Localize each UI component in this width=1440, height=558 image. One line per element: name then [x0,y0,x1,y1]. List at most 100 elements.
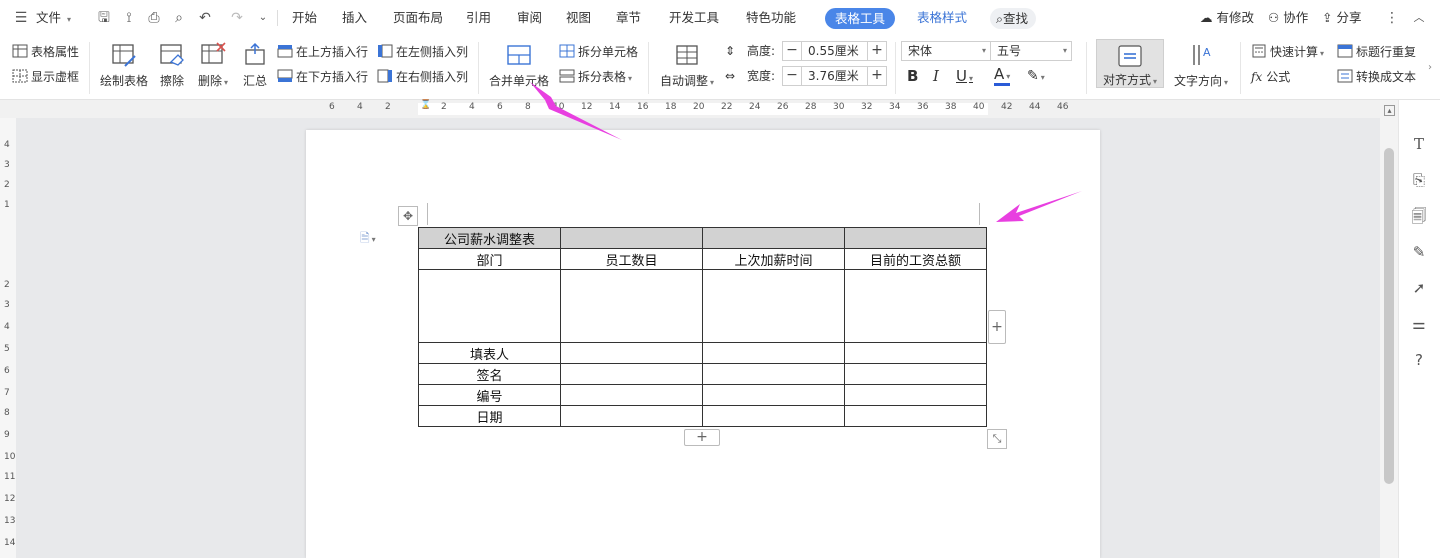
table-cell[interactable] [560,342,703,364]
tab-home[interactable]: 开始 [292,0,317,36]
table-cell[interactable] [418,269,561,343]
table-cell[interactable] [844,405,987,427]
tab-developer[interactable]: 开发工具 [669,0,719,36]
tab-chapter[interactable]: 章节 [616,0,641,36]
tab-features[interactable]: 特色功能 [746,0,796,36]
formula-button[interactable]: fx 公式 [1251,67,1290,87]
table-cell[interactable] [560,269,703,343]
table-cell[interactable] [702,342,845,364]
draw-table-button[interactable]: 绘制表格 [100,42,148,89]
table-cell[interactable] [844,227,987,249]
erase-button[interactable]: 擦除 [156,42,188,89]
table-cell[interactable] [702,363,845,385]
redo-icon[interactable]: ↷ [228,9,246,27]
table-properties-button[interactable]: 表格属性 [12,42,79,62]
height-decrease-button[interactable]: − [782,41,802,61]
help-icon[interactable]: ? [1409,350,1429,370]
table-cell[interactable] [844,384,987,406]
width-input[interactable]: 3.76厘米 [801,66,868,86]
tab-page-layout[interactable]: 页面布局 [393,0,443,36]
share-button[interactable]: ⇪ 分享 [1322,0,1361,36]
table-cell[interactable] [702,384,845,406]
repeat-header-button[interactable]: 标题行重复 [1337,42,1416,62]
cursor-select-icon[interactable]: ➚ [1409,278,1429,298]
file-menu[interactable]: 文件 ▾ [36,0,71,36]
auto-fit-button[interactable]: 自动调整 ▾ [656,42,718,89]
height-input[interactable]: 0.55厘米 [801,41,868,61]
height-increase-button[interactable]: + [867,41,887,61]
merge-cells-button[interactable]: 合并单元格 [488,42,550,89]
split-cells-button[interactable]: 拆分单元格 [559,42,638,62]
row-label-cell[interactable]: 填表人 [418,342,561,364]
doc-settings-icon[interactable]: 🗐 [1409,206,1429,226]
insert-row-above-button[interactable]: 在上方插入行 [277,42,368,62]
pen-edit-icon[interactable]: ✎ [1409,242,1429,262]
search-button[interactable]: ⌕查找 [990,8,1037,29]
tab-view[interactable]: 视图 [566,0,591,36]
add-row-button[interactable]: + [684,429,720,446]
header-cell[interactable]: 部门 [418,248,561,270]
header-cell[interactable]: 上次加薪时间 [702,248,845,270]
print-icon[interactable]: ⎙ [145,9,163,27]
table-move-handle-icon[interactable]: ✥ [398,206,418,226]
convert-to-text-button[interactable]: 转换成文本 [1337,67,1416,87]
highlight-button[interactable]: ✎ ▾ [1027,66,1045,86]
sliders-icon[interactable]: ⚌ [1409,314,1429,334]
table-cell[interactable] [702,269,845,343]
split-table-button[interactable]: 拆分表格 ▾ [559,67,632,87]
show-gridlines-button[interactable]: 显示虚框 [12,67,79,87]
width-decrease-button[interactable]: − [782,66,802,86]
table-cell[interactable] [560,405,703,427]
table-cell[interactable] [560,384,703,406]
format-painter-icon[interactable]: ⟟ [120,9,138,27]
row-label-cell[interactable]: 日期 [418,405,561,427]
salary-adjustment-table[interactable]: 公司薪水调整表 部门 员工数目 上次加薪时间 目前的工资总额 填表人 签名 编号… [418,227,987,427]
tab-table-tools[interactable]: 表格工具 [825,8,896,29]
table-title-cell[interactable]: 公司薪水调整表 [418,227,561,249]
tab-references[interactable]: 引用 [466,0,491,36]
print-preview-icon[interactable]: ⌕ [170,9,188,27]
scroll-top-icon[interactable]: ▴ [1384,105,1395,116]
more-options-icon[interactable]: ⋮ [1383,9,1401,27]
alignment-button[interactable]: 对齐方式 ▾ [1096,39,1164,88]
hamburger-menu-icon[interactable]: ☰ [12,9,30,27]
paragraph-doc-icon[interactable]: 🗎 ▾ [360,229,376,250]
header-cell[interactable]: 目前的工资总额 [844,248,987,270]
insert-col-right-button[interactable]: 在右侧插入列 [377,67,468,87]
collapse-ribbon-icon[interactable]: ︿ [1410,9,1428,27]
text-direction-button[interactable]: A 文字方向 ▾ [1172,42,1230,89]
resize-table-handle-icon[interactable]: ⤡ [987,429,1007,449]
insert-row-below-button[interactable]: 在下方插入行 [277,67,368,87]
underline-button[interactable]: U ▾ [956,66,973,86]
tab-insert[interactable]: 插入 [342,0,367,36]
text-style-icon[interactable]: T [1409,134,1429,154]
table-cell[interactable] [560,227,703,249]
quick-access-more-icon[interactable]: ⌄ [254,9,272,27]
vertical-scrollbar[interactable]: ▴ [1380,100,1398,558]
quick-calc-button[interactable]: 快速计算 ▾ [1251,42,1324,62]
italic-button[interactable]: I [933,66,939,86]
font-color-button[interactable]: A ▾ [994,66,1011,86]
save-icon[interactable]: 🖫 [95,9,113,27]
summary-button[interactable]: 汇总 [240,42,270,89]
collaborate-button[interactable]: ⚇ 协作 [1268,0,1308,36]
table-cell[interactable] [702,227,845,249]
modified-status[interactable]: ☁ 有修改 [1200,0,1254,36]
doc-import-icon[interactable]: ⎘ [1409,170,1429,190]
row-label-cell[interactable]: 签名 [418,363,561,385]
bold-button[interactable]: B [907,66,918,86]
scrollbar-thumb[interactable] [1384,148,1394,484]
width-increase-button[interactable]: + [867,66,887,86]
ribbon-scroll-right-icon[interactable]: › [1428,58,1432,78]
insert-col-left-button[interactable]: 在左侧插入列 [377,42,468,62]
tab-review[interactable]: 审阅 [517,0,542,36]
table-cell[interactable] [844,269,987,343]
row-label-cell[interactable]: 编号 [418,384,561,406]
delete-button[interactable]: 删除 ▾ [194,42,232,89]
undo-icon[interactable]: ↶ [196,9,214,27]
indent-marker-icon[interactable]: ⌛ [420,100,431,118]
font-name-select[interactable]: 宋体 ▾ [901,41,991,61]
table-cell[interactable] [560,363,703,385]
header-cell[interactable]: 员工数目 [560,248,703,270]
tab-table-style[interactable]: 表格样式 [917,0,967,36]
